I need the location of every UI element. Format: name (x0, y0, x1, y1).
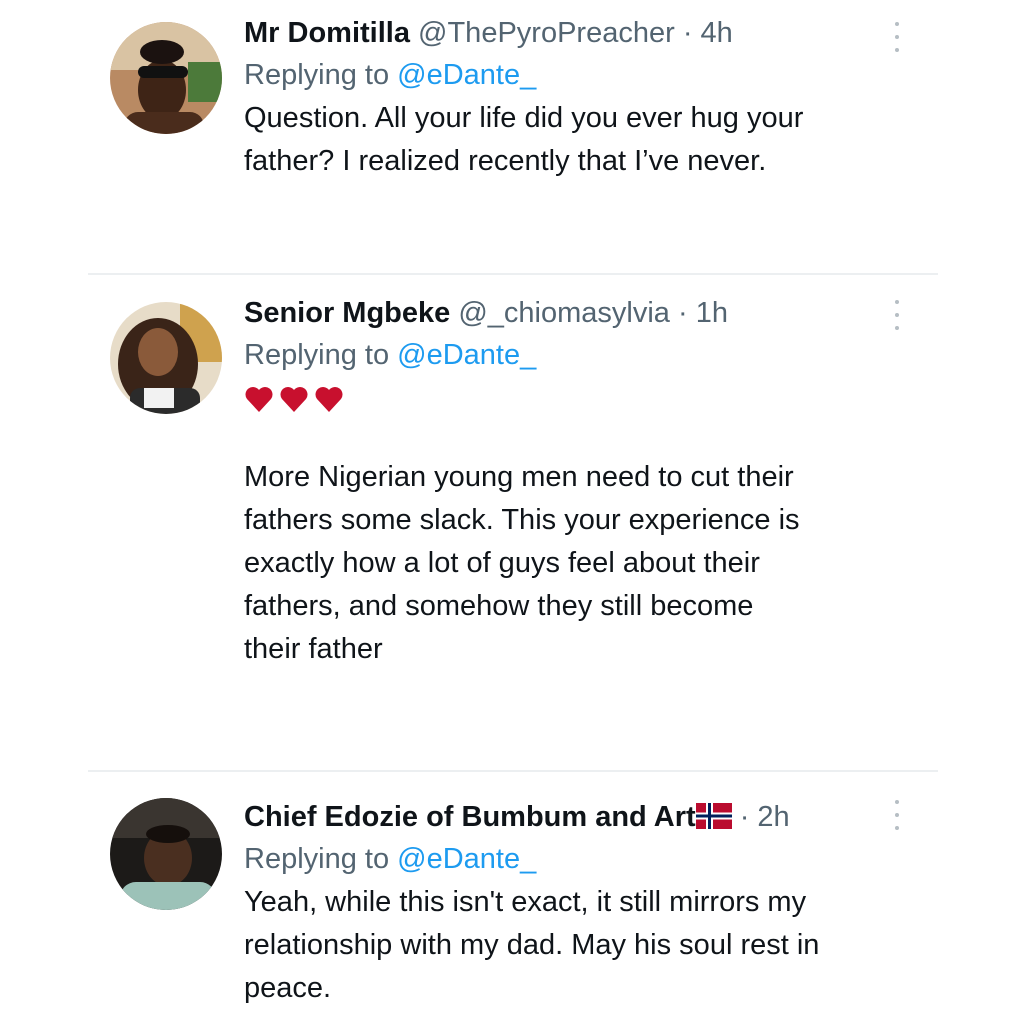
avatar-photo (110, 22, 222, 134)
heart-emoji-row (244, 379, 934, 419)
tweet-timestamp[interactable]: · 4h (683, 17, 733, 49)
heart-icon (315, 387, 343, 412)
author-name[interactable]: Senior Mgbeke (244, 297, 450, 329)
tweet-timestamp[interactable]: · 1h (678, 297, 728, 329)
author-name[interactable]: Chief Edozie of Bumbum and Art (244, 801, 696, 833)
avatar-photo (110, 798, 222, 910)
replying-to-label: Replying to (244, 59, 398, 91)
more-vertical-icon[interactable] (890, 300, 904, 330)
avatar[interactable] (110, 22, 222, 134)
heart-icon (280, 387, 308, 412)
more-vertical-icon[interactable] (890, 22, 904, 52)
replying-to-mention[interactable]: @eDante_ (397, 59, 536, 91)
author-name[interactable]: Mr Domitilla (244, 17, 410, 49)
tweet-timestamp[interactable]: · 2h (740, 801, 790, 833)
replying-to-mention[interactable]: @eDante_ (397, 339, 536, 371)
replying-to-label: Replying to (244, 339, 398, 371)
avatar[interactable] (110, 798, 222, 910)
replying-to-mention[interactable]: @eDante_ (397, 843, 536, 875)
tweet-text: Question. All your life did you ever hug… (244, 102, 804, 177)
author-handle[interactable]: @_chiomasylvia (458, 297, 670, 329)
tweet-text: Yeah, while this isn't exact, it still m… (244, 886, 820, 1004)
replying-to-label: Replying to (244, 843, 398, 875)
tweet-text: More Nigerian young men need to cut thei… (244, 461, 800, 665)
replying-to: Replying to @eDante_ (244, 333, 934, 377)
avatar-photo (110, 302, 222, 414)
author-handle[interactable]: @ThePyroPreacher (418, 17, 675, 49)
heart-icon (245, 387, 273, 412)
more-vertical-icon[interactable] (890, 800, 904, 830)
norway-flag-icon (695, 803, 732, 829)
replying-to: Replying to @eDante_ (244, 53, 934, 97)
avatar[interactable] (110, 302, 222, 414)
divider (88, 770, 938, 772)
divider (88, 273, 938, 275)
replying-to: Replying to @eDante_ (244, 837, 934, 881)
